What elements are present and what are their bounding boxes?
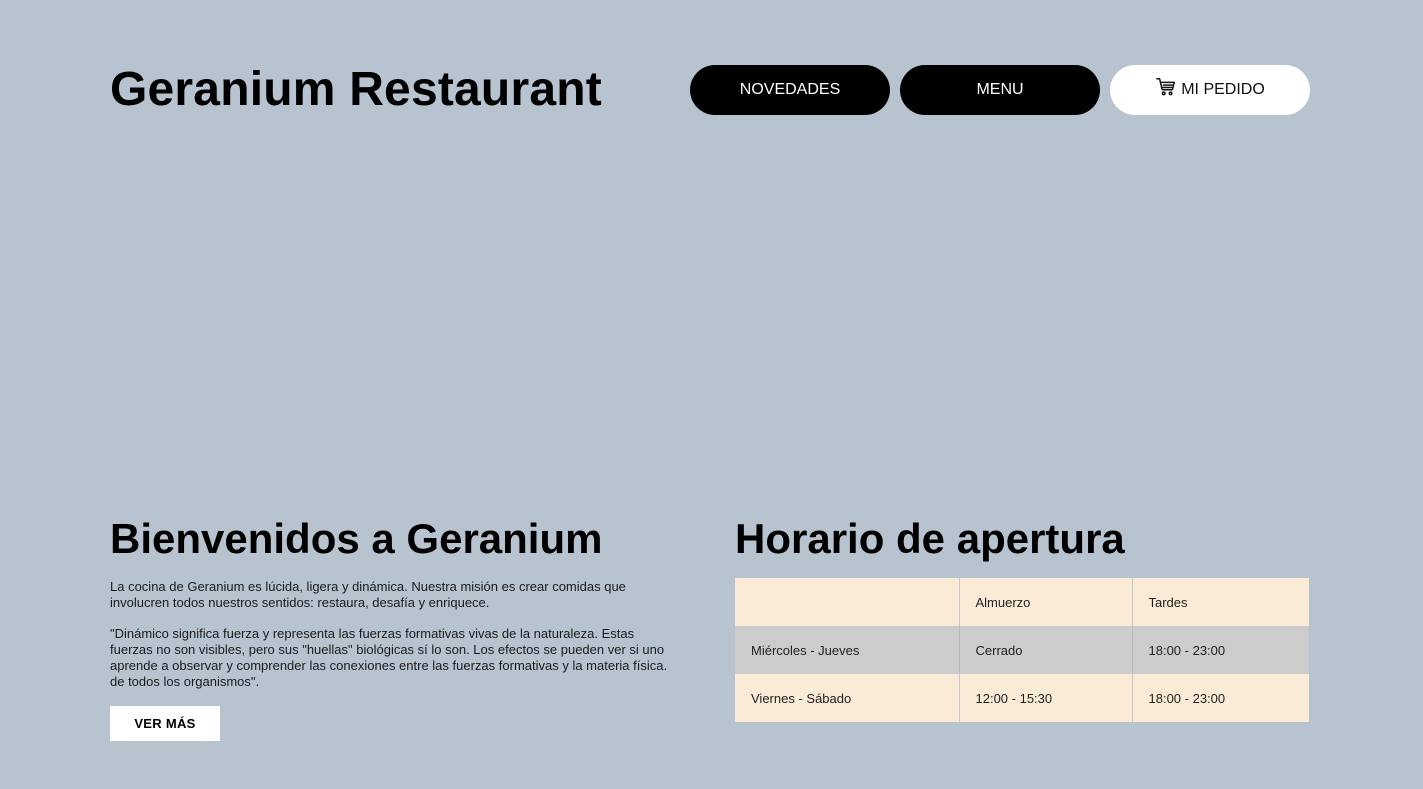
table-header-row: Almuerzo Tardes bbox=[735, 578, 1309, 626]
cart-icon bbox=[1155, 76, 1177, 98]
table-row: Miércoles - Jueves Cerrado 18:00 - 23:00 bbox=[735, 626, 1309, 674]
table-header-cell: Almuerzo bbox=[959, 578, 1133, 626]
table-header-cell: Tardes bbox=[1148, 594, 1188, 610]
menu-button[interactable]: MENU bbox=[900, 65, 1100, 115]
see-more-button[interactable]: VER MÁS bbox=[110, 706, 220, 741]
table-cell: Cerrado bbox=[959, 626, 1133, 674]
opening-hours-title: Horario de apertura bbox=[735, 515, 1125, 562]
news-button[interactable]: NOVEDADES bbox=[690, 65, 890, 115]
table-cell: 12:00 - 15:30 bbox=[959, 674, 1133, 722]
main-nav: NOVEDADES MENU MI PEDIDO bbox=[690, 65, 1310, 115]
table-cell: 18:00 - 23:00 bbox=[1148, 642, 1226, 658]
welcome-paragraph-2: "Dinámico significa fuerza y representa … bbox=[110, 626, 668, 689]
table-cell: Miércoles - Jueves bbox=[735, 626, 960, 674]
table-cell: Viernes - Sábado bbox=[735, 674, 960, 722]
welcome-paragraph-1: La cocina de Geranium es lúcida, ligera … bbox=[110, 579, 626, 610]
site-title: Geranium Restaurant bbox=[110, 63, 602, 116]
table-header-cell bbox=[735, 578, 960, 626]
welcome-title: Bienvenidos a Geranium bbox=[110, 515, 603, 562]
my-order-button[interactable]: MI PEDIDO bbox=[1110, 65, 1310, 115]
opening-hours-table: Almuerzo Tardes Miércoles - Jueves Cerra… bbox=[735, 578, 1309, 722]
welcome-section: Bienvenidos a Geranium La cocina de Gera… bbox=[110, 515, 680, 741]
table-row: Viernes - Sábado 12:00 - 15:30 18:00 - 2… bbox=[735, 674, 1309, 722]
opening-hours-section: Horario de apertura Almuerzo Tardes Miér… bbox=[735, 515, 1309, 722]
table-cell: 18:00 - 23:00 bbox=[1148, 690, 1226, 706]
my-order-label: MI PEDIDO bbox=[1181, 81, 1265, 98]
